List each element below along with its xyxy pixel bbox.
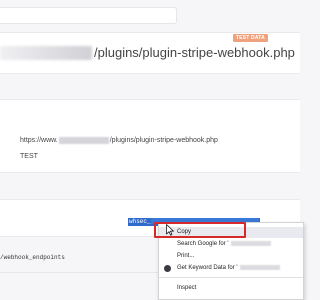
menu-item-keyword-data[interactable]: Get Keyword Data for ' bbox=[159, 263, 303, 274]
menu-item-label: Print... bbox=[177, 253, 195, 259]
webhook-url-card: TEST DATA /plugins/plugin-stripe-webhook… bbox=[0, 32, 300, 74]
redacted-selection bbox=[230, 240, 271, 246]
webhook-info-card: https://www. /plugins/plugin-stripe-webho… bbox=[0, 99, 300, 173]
mode-label: TEST bbox=[20, 153, 38, 160]
signing-secret-prefix: whsec_ bbox=[129, 218, 151, 225]
redacted-selection bbox=[239, 264, 280, 270]
menu-item-label: Search Google for ' bbox=[177, 239, 271, 250]
test-data-badge: TEST DATA bbox=[232, 34, 268, 42]
mouse-cursor-icon bbox=[166, 224, 174, 236]
webhook-endpoints-path: /webhook_endpoints bbox=[0, 254, 65, 261]
top-bar bbox=[0, 0, 300, 28]
menu-item-label: Get Keyword Data for ' bbox=[177, 263, 280, 274]
menu-item-inspect[interactable]: Inspect bbox=[159, 283, 303, 294]
redacted-domain-small bbox=[58, 136, 109, 144]
endpoint-url-suffix: /plugins/plugin-stripe-webhook.php bbox=[109, 137, 218, 144]
endpoint-url: https://www. /plugins/plugin-stripe-webho… bbox=[20, 136, 218, 145]
search-input[interactable] bbox=[0, 7, 177, 24]
menu-separator bbox=[159, 277, 303, 278]
webhook-url-path: /plugins/plugin-stripe-webhook.php bbox=[94, 45, 295, 60]
menu-item-print[interactable]: Print... bbox=[159, 251, 303, 262]
redacted-domain bbox=[0, 46, 92, 60]
menu-item-search-google[interactable]: Search Google for ' bbox=[159, 239, 303, 250]
keyword-extension-icon bbox=[164, 265, 171, 272]
menu-item-label: Inspect bbox=[177, 285, 197, 291]
endpoint-url-prefix: https://www. bbox=[20, 137, 58, 144]
